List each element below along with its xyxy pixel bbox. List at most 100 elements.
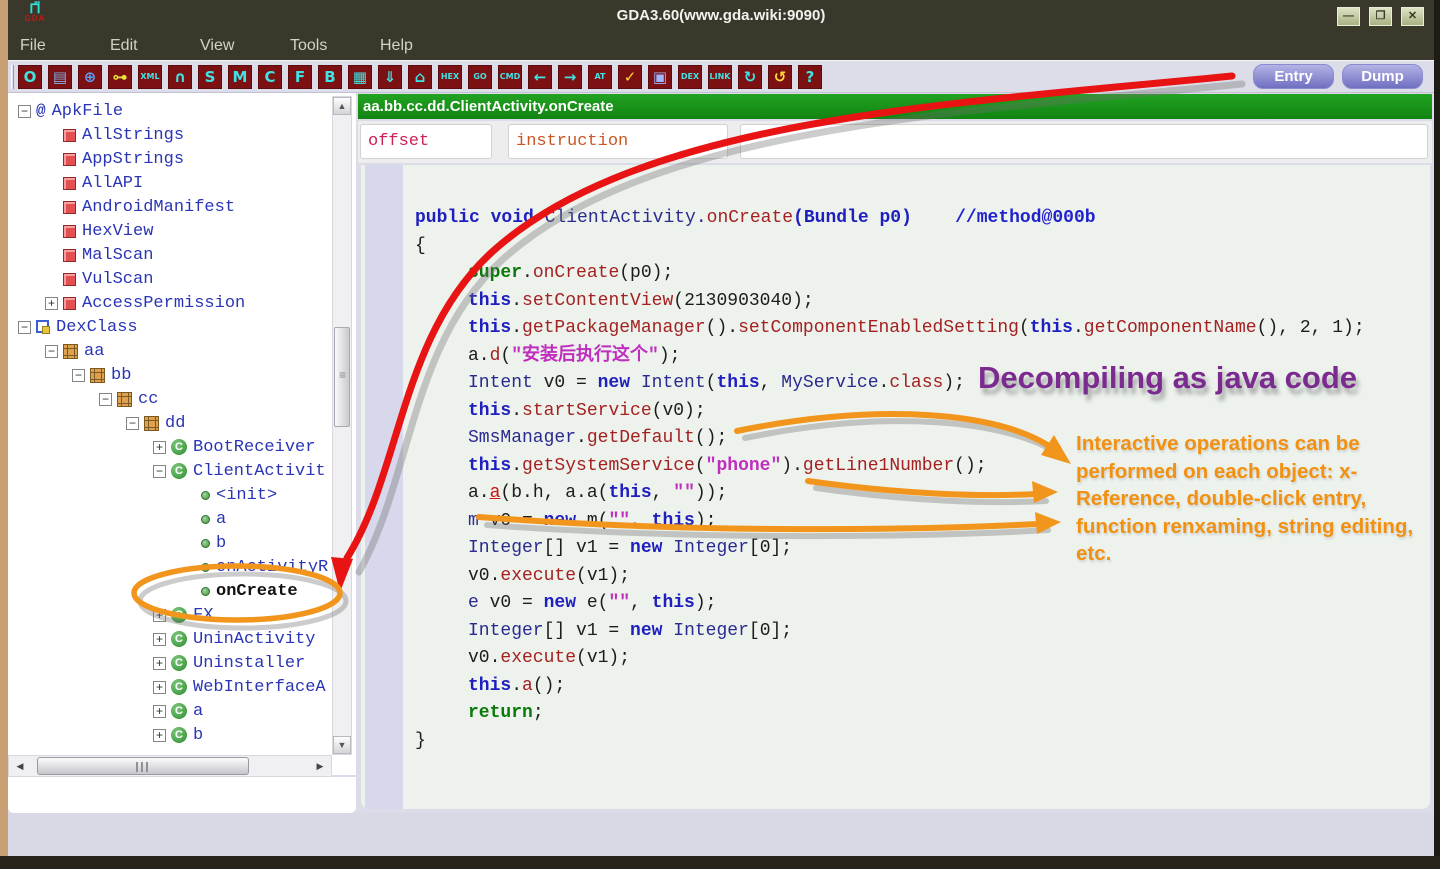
back-icon[interactable]: ← [528, 65, 552, 89]
api-icon[interactable]: ⌂ [408, 65, 432, 89]
import-icon[interactable]: ⇓ [378, 65, 402, 89]
expander-minus-icon[interactable]: − [99, 393, 112, 406]
expander-minus-icon[interactable]: − [72, 369, 85, 382]
tree-vertical-scrollbar[interactable]: ▲ ▼ [332, 96, 352, 755]
search-icon[interactable]: ⊕ [78, 65, 102, 89]
tree-item-accesspermission[interactable]: +AccessPermission [8, 291, 332, 315]
close-button[interactable]: ✕ [1401, 7, 1424, 26]
strings-icon[interactable]: S [198, 65, 222, 89]
tree-item-label: ApkFile [52, 102, 123, 121]
fields-icon[interactable]: F [288, 65, 312, 89]
expander-minus-icon[interactable]: − [126, 417, 139, 430]
code-token: m( [576, 511, 608, 531]
tree-item-uninstaller[interactable]: +CUninstaller [8, 651, 332, 675]
tree-item-bootreceiver[interactable]: +CBootReceiver [8, 435, 332, 459]
tree-item-oncreate[interactable]: onCreate [8, 579, 332, 603]
expander-plus-icon[interactable]: + [153, 609, 166, 622]
expander-plus-icon[interactable]: + [153, 633, 166, 646]
menu-item-file[interactable]: File [20, 32, 110, 59]
at-icon[interactable]: AT [588, 65, 612, 89]
methods-icon[interactable]: M [228, 65, 252, 89]
menu-item-tools[interactable]: Tools [290, 32, 380, 59]
tree-item-cc[interactable]: −cc [8, 387, 332, 411]
code-token: ( [706, 373, 717, 393]
menu-item-view[interactable]: View [200, 32, 290, 59]
code-xref-link[interactable]: a [490, 483, 501, 503]
redo-icon[interactable]: ↻ [738, 65, 762, 89]
scroll-up-icon[interactable]: ▲ [333, 97, 351, 115]
tree-item-apkfile[interactable]: −@ApkFile [8, 99, 332, 123]
menu-item-help[interactable]: Help [380, 32, 470, 59]
tree-item-init[interactable]: <init> [8, 483, 332, 507]
cmd-icon[interactable]: CMD [498, 65, 522, 89]
link-icon[interactable]: LINK [708, 65, 732, 89]
tree-item-allstrings[interactable]: AllStrings [8, 123, 332, 147]
toolbar-handle[interactable] [11, 65, 14, 89]
tree-item-allapi[interactable]: AllAPI [8, 171, 332, 195]
status-bar [8, 813, 1434, 856]
expander-minus-icon[interactable]: − [153, 465, 166, 478]
key-icon[interactable]: ⊶ [108, 65, 132, 89]
forward-icon[interactable]: → [558, 65, 582, 89]
tree-item-dd[interactable]: −dd [8, 411, 332, 435]
undo-icon[interactable]: ↺ [768, 65, 792, 89]
column-header-instruction[interactable]: instruction [508, 124, 728, 159]
tree-item-malscan[interactable]: MalScan [8, 243, 332, 267]
tree-item-a[interactable]: +Ca [8, 699, 332, 723]
note-icon[interactable]: ▣ [648, 65, 672, 89]
open-icon[interactable]: O [18, 65, 42, 89]
column-header-offset[interactable]: offset [360, 124, 492, 159]
horizontal-scroll-thumb[interactable] [37, 757, 249, 775]
tree-item-dexclass[interactable]: −DexClass [8, 315, 332, 339]
go-icon[interactable]: GO [468, 65, 492, 89]
menu-item-edit[interactable]: Edit [110, 32, 200, 59]
vertical-scroll-thumb[interactable] [334, 327, 350, 427]
xml-icon[interactable]: XML [138, 65, 162, 89]
tree-item-bb[interactable]: −bb [8, 363, 332, 387]
expander-plus-icon[interactable]: + [153, 657, 166, 670]
tree-item-fx[interactable]: +CFX [8, 603, 332, 627]
tree-item-androidmanifest[interactable]: AndroidManifest [8, 195, 332, 219]
scroll-down-icon[interactable]: ▼ [333, 736, 351, 754]
expander-minus-icon[interactable]: − [45, 345, 58, 358]
tree-item-hexview[interactable]: HexView [8, 219, 332, 243]
expander-plus-icon[interactable]: + [153, 441, 166, 454]
scroll-left-icon[interactable]: ◀ [11, 756, 29, 776]
module-icon[interactable]: ▦ [348, 65, 372, 89]
tree-item-vulscan[interactable]: VulScan [8, 267, 332, 291]
tree-item-webinterfacea[interactable]: +CWebInterfaceA [8, 675, 332, 699]
maximize-button[interactable]: ❐ [1369, 7, 1392, 26]
expander-plus-icon[interactable]: + [153, 729, 166, 742]
expander-minus-icon[interactable]: − [18, 105, 31, 118]
tree-item-clientactivit[interactable]: −CClientActivit [8, 459, 332, 483]
tree-horizontal-scrollbar[interactable]: ◀ ▶ [8, 755, 332, 777]
tree-item-aa[interactable]: −aa [8, 339, 332, 363]
code-token: ( [1019, 318, 1030, 338]
expander-plus-icon[interactable]: + [45, 297, 58, 310]
classes-icon[interactable]: C [258, 65, 282, 89]
help-icon[interactable]: ? [798, 65, 822, 89]
expander-plus-icon[interactable]: + [153, 705, 166, 718]
code-token: a. [468, 483, 490, 503]
mark-icon[interactable]: ✓ [618, 65, 642, 89]
android-icon[interactable]: ∩ [168, 65, 192, 89]
scroll-right-icon[interactable]: ▶ [311, 756, 329, 776]
expander-minus-icon[interactable]: − [18, 321, 31, 334]
expander-plus-icon[interactable]: + [153, 681, 166, 694]
minimize-button[interactable]: — [1337, 7, 1360, 26]
entry-button[interactable]: Entry [1253, 64, 1334, 89]
tree-item-a[interactable]: a [8, 507, 332, 531]
dex-icon[interactable]: DEX [678, 65, 702, 89]
code-token: d [490, 346, 501, 366]
tree-item-b[interactable]: +Cb [8, 723, 332, 747]
column-header-extra[interactable] [740, 124, 1428, 159]
tree-item-b[interactable]: b [8, 531, 332, 555]
save-icon[interactable]: ▤ [48, 65, 72, 89]
tree-item-onactivityr[interactable]: onActivityR [8, 555, 332, 579]
hex-icon[interactable]: HEX [438, 65, 462, 89]
bytecode-icon[interactable]: B [318, 65, 342, 89]
tree-item-label: Uninstaller [193, 654, 305, 673]
tree-item-uninactivity[interactable]: +CUninActivity [8, 627, 332, 651]
dump-button[interactable]: Dump [1342, 64, 1423, 89]
tree-item-appstrings[interactable]: AppStrings [8, 147, 332, 171]
